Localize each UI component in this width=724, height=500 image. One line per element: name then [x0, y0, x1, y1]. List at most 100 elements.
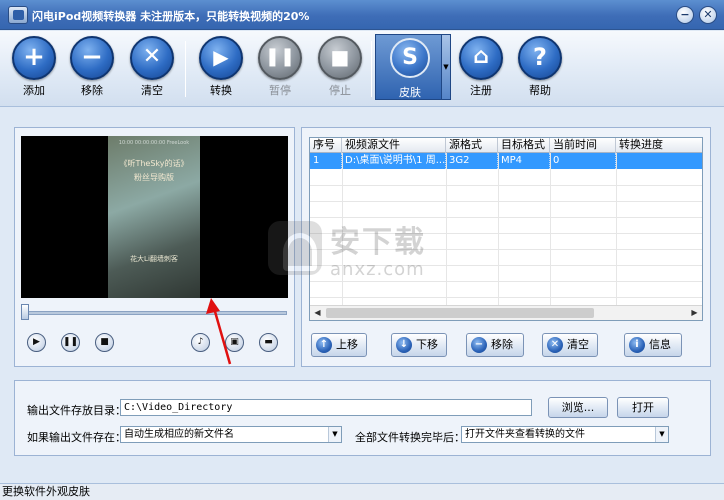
cell-current-time: 0: [550, 153, 616, 169]
register-label: 注册: [470, 84, 492, 97]
x-icon: ✕: [130, 36, 174, 80]
skin-label: 皮肤: [399, 86, 421, 99]
seek-slider-thumb[interactable]: [21, 304, 29, 320]
info-icon: i: [629, 337, 645, 353]
grid-line: [310, 201, 702, 202]
close-button[interactable]: ✕: [699, 6, 717, 24]
convert-label: 转换: [210, 84, 232, 97]
watermark-text: 安下载: [330, 225, 426, 260]
after-convert-select[interactable]: 打开文件夹查看转换的文件 ▼: [461, 426, 669, 443]
video-caption-small: 10:00 00:00:00:00 FreeLook: [118, 140, 190, 146]
video-preview: 10:00 00:00:00:00 FreeLook 《听TheSky的话》 粉…: [21, 136, 288, 298]
preview-pause-button[interactable]: ❚❚: [61, 333, 80, 352]
list-remove-label: 移除: [491, 338, 513, 351]
scroll-left-icon[interactable]: ◀: [310, 306, 325, 320]
move-up-label: 上移: [336, 338, 358, 351]
after-convert-label: 全部文件转换完毕后：: [355, 431, 465, 444]
minus-icon: −: [70, 36, 114, 80]
list-remove-button[interactable]: − 移除: [466, 333, 524, 357]
title-bar: 闪电iPod视频转换器 未注册版本，只能转换视频的20% − ✕: [0, 0, 724, 30]
browse-button[interactable]: 浏览...: [548, 397, 608, 418]
remove-label: 移除: [81, 84, 103, 97]
arrow-up-icon: ↑: [316, 337, 332, 353]
watermark-subtext: anxz.com: [330, 259, 425, 280]
horizontal-scrollbar[interactable]: ◀ ▶: [310, 305, 702, 320]
stop-label: 停止: [329, 84, 351, 97]
info-button[interactable]: i 信息: [624, 333, 682, 357]
toolbar: + 添加 − 移除 ✕ 清空 ▶ 转换 ❚❚ 暂停 ■ 停止: [0, 31, 724, 107]
move-up-button[interactable]: ↑ 上移: [311, 333, 367, 357]
x-icon: ✕: [547, 337, 563, 353]
grid-line: [550, 153, 551, 307]
add-button[interactable]: + 添加: [8, 36, 60, 102]
preview-play-button[interactable]: ▶: [27, 333, 46, 352]
move-down-label: 下移: [416, 338, 438, 351]
output-dir-label: 输出文件存放目录：: [27, 404, 126, 417]
col-current-time[interactable]: 当前时间: [550, 138, 616, 153]
video-caption-1: 《听TheSky的话》: [119, 159, 189, 168]
skin-button[interactable]: S 皮肤 ▼: [375, 34, 451, 100]
grid-line: [498, 153, 499, 307]
toolbar-divider: [185, 41, 186, 97]
scrollbar-thumb[interactable]: [326, 308, 594, 318]
seek-slider-track[interactable]: [23, 311, 287, 315]
grid-line: [310, 185, 702, 186]
watermark-logo-icon: [268, 221, 322, 275]
file-exists-select[interactable]: 自动生成相应的新文件名 ▼: [120, 426, 342, 443]
help-button[interactable]: ? 帮助: [514, 36, 566, 102]
help-label: 帮助: [529, 84, 551, 97]
stop-button: ■ 停止: [314, 36, 366, 102]
col-index[interactable]: 序号: [310, 138, 342, 153]
cell-source: D:\桌面\说明书\1 周...: [342, 153, 446, 169]
stop-icon: ■: [318, 36, 362, 80]
table-header: 序号 视频源文件 源格式 目标格式 当前时间 转换进度: [310, 138, 702, 153]
play-icon: ▶: [199, 36, 243, 80]
cell-src-format: 3G2: [446, 153, 498, 169]
after-convert-value: 打开文件夹查看转换的文件: [465, 429, 585, 440]
col-progress[interactable]: 转换进度: [616, 138, 702, 153]
grid-line: [310, 297, 702, 298]
app-icon: [8, 6, 28, 24]
pause-button: ❚❚ 暂停: [254, 36, 306, 102]
watermark: 安下载 anxz.com: [268, 215, 458, 285]
video-caption-2: 粉丝导购版: [134, 173, 174, 182]
status-bar: 更换软件外观皮肤: [0, 483, 724, 500]
move-down-button[interactable]: ↓ 下移: [391, 333, 447, 357]
video-caption-3: 花大Li翻墙刺客: [130, 255, 178, 263]
preview-stop-button[interactable]: ■: [95, 333, 114, 352]
clear-button[interactable]: ✕ 清空: [126, 36, 178, 102]
info-label: 信息: [649, 338, 671, 351]
open-button[interactable]: 打开: [617, 397, 669, 418]
grid-line: [616, 153, 617, 307]
list-clear-button[interactable]: ✕ 清空: [542, 333, 598, 357]
clear-label: 清空: [141, 84, 163, 97]
cell-dst-format: MP4: [498, 153, 550, 169]
col-source[interactable]: 视频源文件: [342, 138, 446, 153]
minus-icon: −: [471, 337, 487, 353]
arrow-down-icon: ↓: [396, 337, 412, 353]
pause-icon: ❚❚: [258, 36, 302, 80]
list-clear-label: 清空: [567, 338, 589, 351]
convert-button[interactable]: ▶ 转换: [195, 36, 247, 102]
output-settings-panel: 输出文件存放目录： C:\Video_Directory 浏览... 打开 如果…: [14, 380, 711, 456]
pause-label: 暂停: [269, 84, 291, 97]
file-exists-label: 如果输出文件存在：: [27, 431, 126, 444]
col-src-format[interactable]: 源格式: [446, 138, 498, 153]
output-dir-field[interactable]: C:\Video_Directory: [120, 399, 532, 416]
home-icon: ⌂: [459, 36, 503, 80]
skin-dropdown-arrow[interactable]: ▼: [441, 35, 450, 99]
table-row[interactable]: 1 D:\桌面\说明书\1 周... 3G2 MP4 0: [310, 153, 702, 169]
cell-progress: [616, 153, 702, 169]
minimize-button[interactable]: −: [676, 6, 694, 24]
video-frame: 10:00 00:00:00:00 FreeLook 《听TheSky的话》 粉…: [108, 136, 200, 298]
col-dst-format[interactable]: 目标格式: [498, 138, 550, 153]
file-exists-value: 自动生成相应的新文件名: [124, 429, 234, 440]
chevron-down-icon[interactable]: ▼: [328, 427, 341, 442]
question-icon: ?: [518, 36, 562, 80]
register-button[interactable]: ⌂ 注册: [455, 36, 507, 102]
chevron-down-icon[interactable]: ▼: [655, 427, 668, 442]
toolbar-divider: [371, 41, 372, 97]
folder-icon[interactable]: ▬: [259, 333, 278, 352]
remove-button[interactable]: − 移除: [66, 36, 118, 102]
scroll-right-icon[interactable]: ▶: [687, 306, 702, 320]
